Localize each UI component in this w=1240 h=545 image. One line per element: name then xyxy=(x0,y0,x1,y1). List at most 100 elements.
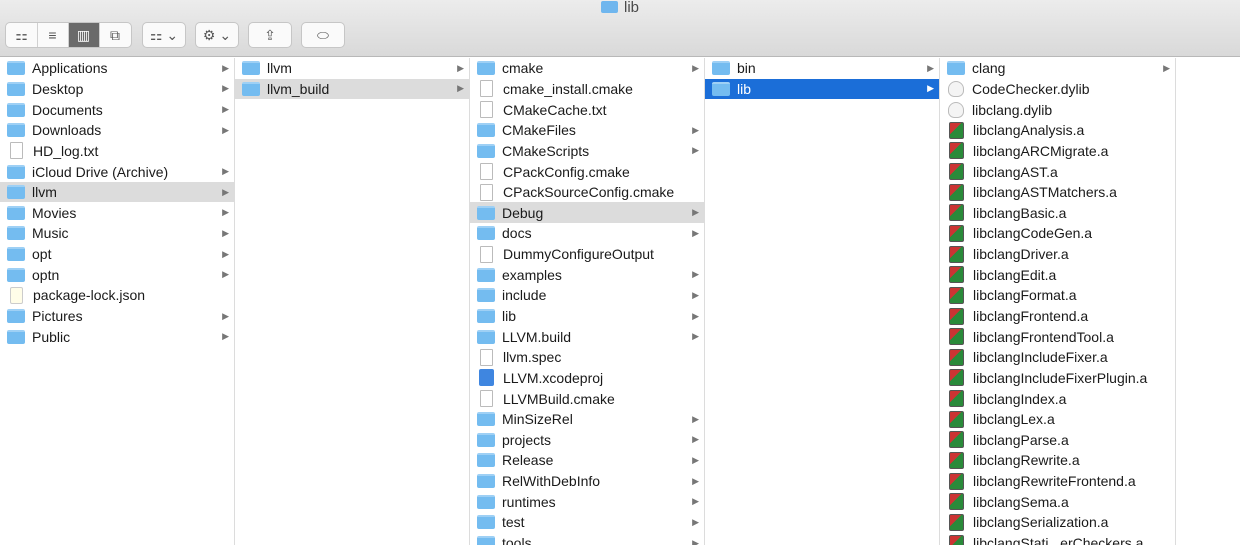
file-row[interactable]: libclangStati...erCheckers.a xyxy=(940,533,1175,545)
file-row[interactable]: include ▶ xyxy=(470,285,704,306)
file-row[interactable]: optn ▶ xyxy=(0,264,234,285)
disclosure-arrow-icon: ▶ xyxy=(692,496,699,507)
file-row[interactable]: CPackConfig.cmake xyxy=(470,161,704,182)
folder-icon xyxy=(477,288,495,303)
file-row[interactable]: libclangAnalysis.a xyxy=(940,120,1175,141)
file-row[interactable]: libclangASTMatchers.a xyxy=(940,182,1175,203)
lib-icon xyxy=(949,513,964,531)
file-row[interactable]: cmake_install.cmake xyxy=(470,79,704,100)
file-row[interactable]: libclangSerialization.a xyxy=(940,512,1175,533)
file-row[interactable]: libclangARCMigrate.a xyxy=(940,141,1175,162)
column-view-button[interactable]: ▥ xyxy=(68,23,100,47)
file-row[interactable]: libclangFormat.a xyxy=(940,285,1175,306)
file-row[interactable]: opt ▶ xyxy=(0,244,234,265)
file-row[interactable]: MinSizeRel ▶ xyxy=(470,409,704,430)
file-row[interactable]: Music ▶ xyxy=(0,223,234,244)
file-row[interactable]: libclangAST.a xyxy=(940,161,1175,182)
folder-icon xyxy=(7,185,25,200)
lib-icon xyxy=(949,534,964,545)
file-row[interactable]: libclangIncludeFixerPlugin.a xyxy=(940,368,1175,389)
file-name: LLVM.xcodeproj xyxy=(503,369,604,386)
file-row[interactable]: libclangBasic.a xyxy=(940,202,1175,223)
file-row[interactable]: package-lock.json xyxy=(0,285,234,306)
disclosure-arrow-icon: ▶ xyxy=(692,289,699,300)
file-row[interactable]: Debug ▶ xyxy=(470,202,704,224)
file-row[interactable]: Movies ▶ xyxy=(0,202,234,223)
file-row[interactable]: RelWithDebInfo ▶ xyxy=(470,471,704,492)
file-row[interactable]: CMakeCache.txt xyxy=(470,99,704,120)
file-row[interactable]: docs ▶ xyxy=(470,223,704,244)
file-name: llvm_build xyxy=(267,80,330,97)
file-row[interactable]: Public ▶ xyxy=(0,326,234,347)
share-button[interactable]: ⇪ xyxy=(248,22,292,48)
file-row[interactable]: libclangFrontend.a xyxy=(940,306,1175,327)
file-name: libclangFrontend.a xyxy=(973,308,1089,324)
file-row[interactable]: libclangRewrite.a xyxy=(940,450,1175,471)
file-row[interactable]: runtimes ▶ xyxy=(470,491,704,512)
file-row[interactable]: libclangDriver.a xyxy=(940,244,1175,265)
file-row[interactable]: LLVM.build ▶ xyxy=(470,326,704,347)
file-row[interactable]: libclangIncludeFixer.a xyxy=(940,347,1175,368)
file-name: Desktop xyxy=(32,80,84,97)
file-row[interactable]: llvm ▶ xyxy=(0,181,234,203)
file-row[interactable]: libclangIndex.a xyxy=(940,388,1175,409)
file-row[interactable]: libclang.dylib xyxy=(940,99,1175,120)
file-icon xyxy=(480,163,493,181)
lib-icon xyxy=(949,163,964,181)
file-row[interactable]: llvm_build ▶ xyxy=(235,78,469,100)
file-row[interactable]: lib ▶ xyxy=(705,78,939,100)
gallery-view-button[interactable]: ⧉ xyxy=(100,23,131,47)
file-row[interactable]: Desktop ▶ xyxy=(0,79,234,100)
file-row[interactable]: llvm ▶ xyxy=(235,58,469,79)
icon-view-button[interactable]: ⚏ xyxy=(7,23,38,47)
folder-icon xyxy=(477,494,495,509)
file-row[interactable]: llvm.spec xyxy=(470,347,704,368)
file-row[interactable]: CMakeScripts ▶ xyxy=(470,141,704,162)
browser-column[interactable]: cmake ▶ cmake_install.cmake CMakeCache.txt C… xyxy=(470,58,705,545)
file-row[interactable]: libclangParse.a xyxy=(940,430,1175,451)
file-row[interactable]: clang ▶ xyxy=(940,58,1175,79)
browser-column[interactable]: bin ▶ lib ▶ xyxy=(705,58,940,545)
file-name: CPackConfig.cmake xyxy=(503,163,630,180)
tags-button[interactable]: ⬭ xyxy=(301,22,345,48)
view-mode-control[interactable]: ⚏ ≡ ▥ ⧉ xyxy=(5,22,132,48)
file-row[interactable]: cmake ▶ xyxy=(470,58,704,79)
file-row[interactable]: DummyConfigureOutput xyxy=(470,244,704,265)
file-row[interactable]: CodeChecker.dylib xyxy=(940,79,1175,100)
browser-column[interactable]: Applications ▶ Desktop ▶ Documents ▶ Downloads… xyxy=(0,58,235,545)
browser-column[interactable]: llvm ▶ llvm_build ▶ xyxy=(235,58,470,545)
file-row[interactable]: tools ▶ xyxy=(470,533,704,545)
file-name: runtimes xyxy=(502,493,556,510)
file-row[interactable]: HD_log.txt xyxy=(0,141,234,162)
file-row[interactable]: libclangEdit.a xyxy=(940,264,1175,285)
folder-icon xyxy=(477,474,495,489)
file-row[interactable]: LLVMBuild.cmake xyxy=(470,388,704,409)
list-view-button[interactable]: ≡ xyxy=(38,23,69,47)
title-bar: lib ⚏ ≡ ▥ ⧉ ⚏ ⌄ ⚙ ⌄ ⇪ ⬭ xyxy=(0,0,1240,57)
file-row[interactable]: LLVM.xcodeproj xyxy=(470,368,704,389)
file-row[interactable]: libclangRewriteFrontend.a xyxy=(940,471,1175,492)
arrange-button[interactable]: ⚏ ⌄ xyxy=(142,22,186,48)
browser-column[interactable]: clang ▶ CodeChecker.dylib libclang.dylib lib… xyxy=(940,58,1176,545)
file-row[interactable]: iCloud Drive (Archive) ▶ xyxy=(0,161,234,182)
file-row[interactable]: examples ▶ xyxy=(470,264,704,285)
file-row[interactable]: Pictures ▶ xyxy=(0,306,234,327)
file-row[interactable]: CPackSourceConfig.cmake xyxy=(470,182,704,203)
file-row[interactable]: Documents ▶ xyxy=(0,99,234,120)
action-gear-button[interactable]: ⚙ ⌄ xyxy=(195,22,239,48)
disclosure-arrow-icon: ▶ xyxy=(692,207,699,218)
file-icon xyxy=(480,101,493,119)
file-row[interactable]: CMakeFiles ▶ xyxy=(470,120,704,141)
file-row[interactable]: projects ▶ xyxy=(470,430,704,451)
file-row[interactable]: libclangSema.a xyxy=(940,491,1175,512)
folder-icon xyxy=(947,61,965,76)
file-row[interactable]: bin ▶ xyxy=(705,58,939,79)
file-row[interactable]: lib ▶ xyxy=(470,306,704,327)
file-row[interactable]: libclangCodeGen.a xyxy=(940,223,1175,244)
file-row[interactable]: test ▶ xyxy=(470,512,704,533)
file-row[interactable]: Downloads ▶ xyxy=(0,120,234,141)
file-row[interactable]: Release ▶ xyxy=(470,450,704,471)
file-row[interactable]: libclangFrontendTool.a xyxy=(940,326,1175,347)
file-row[interactable]: Applications ▶ xyxy=(0,58,234,79)
file-row[interactable]: libclangLex.a xyxy=(940,409,1175,430)
